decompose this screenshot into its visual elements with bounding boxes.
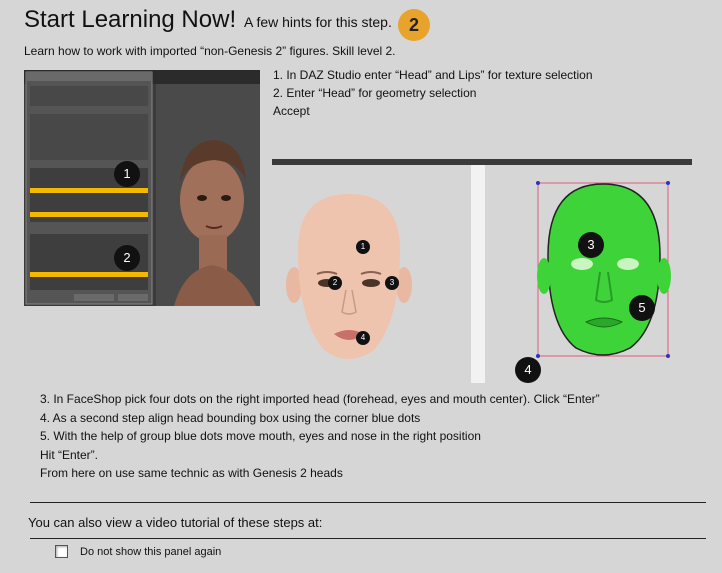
- green-marker-5: 5: [629, 295, 655, 321]
- step-1-text: 1. In DAZ Studio enter “Head” and Lips” …: [273, 68, 593, 82]
- step-2-text: 2. Enter “Head” for geometry selection: [273, 86, 477, 100]
- face-marker-3: 3: [385, 276, 399, 290]
- genesis-note-text: From here on use same technic as with Ge…: [40, 466, 343, 480]
- dont-show-again-checkbox[interactable]: [55, 545, 68, 558]
- intro-text: Learn how to work with imported “non-Gen…: [24, 44, 396, 58]
- face-marker-2: 2: [328, 276, 342, 290]
- dont-show-again-label: Do not show this panel again: [80, 545, 222, 558]
- daz-screenshot-illustration: [24, 70, 260, 306]
- page-subtitle: A few hints for this step.: [244, 14, 392, 30]
- green-head-drawing: [536, 181, 671, 358]
- step-4-text: 4. As a second step align head bounding …: [40, 410, 421, 425]
- step-badge: 2: [398, 9, 430, 41]
- page-title: Start Learning Now!: [24, 6, 237, 33]
- green-marker-4: 4: [515, 357, 541, 383]
- dont-show-again-row[interactable]: Do not show this panel again: [55, 545, 221, 558]
- daz-studio-screenshot: 1 2: [24, 70, 260, 306]
- face-marker-4: 4: [356, 331, 370, 345]
- face-marker-1: 1: [356, 240, 370, 254]
- steps-bottom: 3. In FaceShop pick four dots on the rig…: [40, 390, 600, 483]
- step-5-text: 5. With the help of group blue dots move…: [40, 429, 481, 443]
- footer-divider-bottom: [30, 538, 706, 539]
- hit-enter-text: Hit “Enter”.: [40, 447, 99, 462]
- green-head-illustration: 3 4 5: [510, 176, 700, 384]
- accept-text: Accept: [273, 104, 310, 118]
- marker-1: 1: [114, 161, 140, 187]
- green-marker-3: 3: [578, 232, 604, 258]
- step-3-text: 3. In FaceShop pick four dots on the rig…: [40, 392, 600, 406]
- steps-top: 1. In DAZ Studio enter “Head” and Lips” …: [273, 66, 593, 120]
- footer-divider-top: [30, 502, 706, 503]
- panel-separator: [471, 165, 485, 383]
- video-tutorial-text: You can also view a video tutorial of th…: [28, 515, 323, 530]
- marker-2: 2: [114, 245, 140, 271]
- face-illustration: 1 2 3 4: [284, 190, 414, 370]
